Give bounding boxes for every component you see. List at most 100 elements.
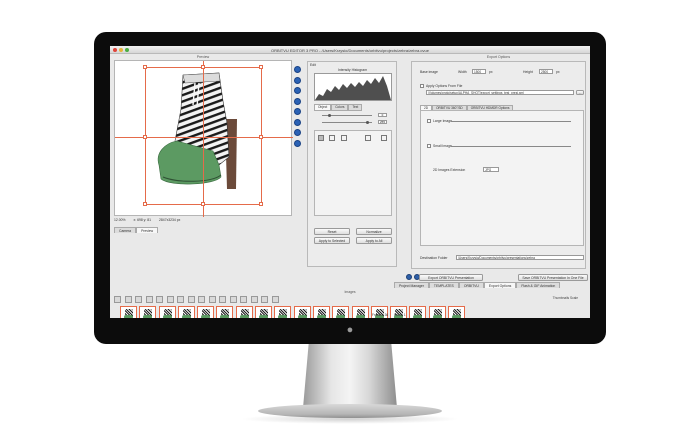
guides-icon[interactable] [294, 129, 301, 136]
thumbnail-item[interactable]: 20 [158, 306, 176, 318]
add-image-icon[interactable] [114, 296, 121, 303]
thumbnail-item[interactable]: 19 [139, 306, 157, 318]
rotate-image-icon[interactable] [156, 296, 163, 303]
paste-image-icon[interactable] [198, 296, 205, 303]
thumbnail-image[interactable] [428, 306, 446, 318]
rotate-icon[interactable] [294, 87, 301, 94]
crop-handle[interactable] [143, 65, 147, 69]
thumbnail-image[interactable] [293, 306, 311, 318]
thumbnail-item[interactable]: 29 [332, 306, 350, 318]
mask-tool-icon[interactable] [341, 135, 347, 141]
zoom-in-icon[interactable] [294, 66, 301, 73]
crop-handle[interactable] [201, 65, 205, 69]
crop-image-icon[interactable] [229, 296, 237, 303]
thumbnail-image[interactable] [351, 306, 369, 318]
tab-object[interactable]: Object [314, 104, 332, 111]
thumbnail-image[interactable] [255, 306, 273, 318]
mark-icon[interactable] [135, 296, 142, 303]
move-icon[interactable] [294, 118, 301, 126]
destination-field[interactable]: /Users/Krzysio/Documents/orbitvu/present… [456, 255, 584, 260]
crop-handle[interactable] [259, 135, 263, 139]
fit-icon[interactable] [294, 139, 301, 147]
thumbnail-item[interactable]: 35 [448, 306, 466, 318]
tab-templates[interactable]: TEMPLATES [428, 282, 459, 288]
apply-from-file-checkbox[interactable] [420, 84, 424, 88]
small-image-checkbox[interactable] [427, 144, 431, 148]
crop-handle[interactable] [143, 135, 147, 139]
first-frame-icon[interactable] [406, 274, 412, 280]
tab-flash-gif[interactable]: Flash & GIF Animation [516, 282, 561, 288]
thumbnail-item[interactable]: 26 [274, 306, 292, 318]
width-field[interactable]: 1500 [472, 69, 486, 74]
tab-export-options[interactable]: Export Options [483, 282, 517, 288]
preview-canvas[interactable] [114, 60, 293, 217]
thumbnail-image[interactable] [120, 306, 137, 318]
guide-line-center[interactable] [203, 61, 204, 217]
crop-icon[interactable] [294, 97, 301, 105]
tab-text[interactable]: Text [348, 104, 363, 111]
thumbnail-item[interactable]: 27 [293, 306, 311, 318]
thumbnail-image[interactable] [216, 306, 234, 318]
crop-handle[interactable] [259, 202, 263, 206]
thumbnail-item[interactable]: 30 [351, 306, 369, 318]
object-tool-icon[interactable] [318, 135, 324, 141]
thumbnail-item[interactable]: 33 [409, 306, 427, 318]
apply-selected-button[interactable]: Apply to Selected [314, 237, 350, 244]
slider-min-value[interactable]: 0 [378, 113, 387, 117]
thumbnail-image[interactable] [177, 306, 195, 318]
tab-project-manager[interactable]: Project Manager [394, 282, 429, 288]
refresh-images-icon[interactable] [261, 296, 268, 303]
normalize-button[interactable]: Normalize [356, 228, 392, 235]
copy-tool-icon[interactable] [381, 135, 387, 141]
thumbnail-item[interactable]: 23 [216, 306, 234, 318]
remove-image-icon[interactable] [124, 296, 132, 303]
extension-select[interactable]: JPG [483, 167, 499, 172]
close-window-icon[interactable] [113, 48, 117, 52]
copy-image-icon[interactable] [187, 296, 195, 303]
undo-icon[interactable] [208, 296, 216, 303]
export-presentation-button[interactable]: Export ORBITVU Presentation [419, 274, 483, 281]
thumbnail-item[interactable]: 18 [120, 306, 137, 318]
save-one-file-button[interactable]: Save ORBITVU Presentation In One File [518, 274, 588, 281]
select-icon[interactable] [294, 108, 301, 115]
thumbnail-item[interactable]: 24 [235, 306, 253, 318]
crop-handle[interactable] [201, 202, 205, 206]
slider-knob[interactable] [366, 121, 369, 124]
apply-all-button[interactable]: Apply to All [356, 237, 392, 244]
height-field[interactable]: 2500 [539, 69, 553, 74]
thumbnail-image[interactable] [409, 306, 427, 318]
thumbnail-image[interactable] [448, 306, 466, 318]
large-image-slider[interactable] [451, 121, 571, 122]
crop-handle[interactable] [259, 65, 263, 69]
thumbnail-image[interactable] [332, 306, 350, 318]
erase-tool-icon[interactable] [365, 135, 371, 141]
contrast-slider[interactable] [322, 121, 372, 124]
thumbnail-image[interactable] [274, 306, 292, 318]
reset-button[interactable]: Reset [314, 228, 350, 235]
tab-camera[interactable]: Camera [114, 227, 137, 233]
thumbnail-item[interactable]: 25 [255, 306, 273, 318]
thumbnail-image[interactable] [235, 306, 253, 318]
options-file-path[interactable]: /Volumes/proto/setup/ALPHA_SHOT/export_s… [426, 90, 574, 95]
thumbnail-item[interactable]: 21 [177, 306, 195, 318]
thumbnail-image[interactable] [312, 306, 330, 318]
delete-image-icon[interactable] [250, 296, 258, 303]
browse-button[interactable]: ... [576, 90, 584, 95]
brush-tool-icon[interactable] [329, 135, 335, 141]
small-image-slider[interactable] [451, 146, 571, 147]
tab-colors[interactable]: Colors [331, 104, 349, 111]
redo-icon[interactable] [219, 296, 226, 303]
crop-handle[interactable] [143, 202, 147, 206]
guide-line-middle[interactable] [115, 137, 293, 138]
brightness-slider[interactable] [322, 114, 372, 117]
zoom-window-icon[interactable] [125, 48, 129, 52]
zoom-out-icon[interactable] [294, 76, 301, 84]
thumbnail-item[interactable]: 22 [197, 306, 215, 318]
tab-preview[interactable]: Preview [136, 227, 159, 233]
settings-image-icon[interactable] [240, 296, 247, 303]
edit-image-icon[interactable] [145, 296, 153, 303]
large-image-checkbox[interactable] [427, 119, 431, 123]
thumbnail-item[interactable]: 28 [312, 306, 330, 318]
mask-image-icon[interactable] [177, 296, 184, 303]
flip-image-icon[interactable] [166, 296, 174, 303]
